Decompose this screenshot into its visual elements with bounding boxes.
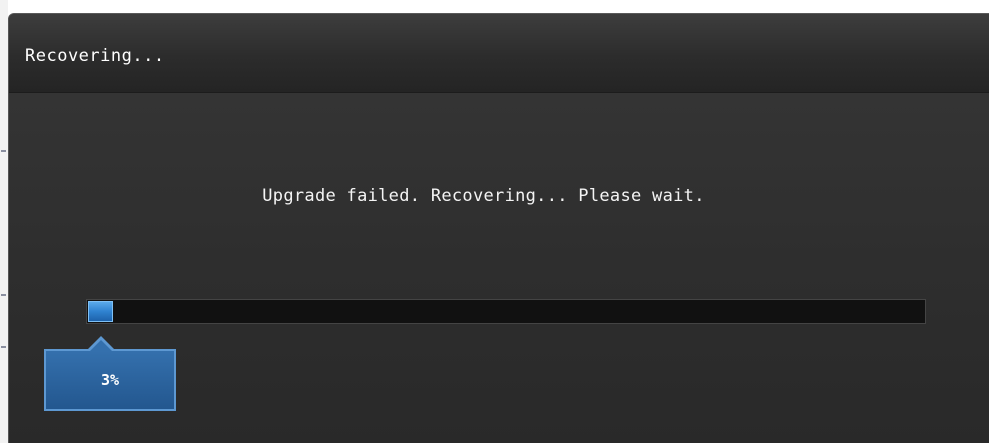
status-message: Upgrade failed. Recovering... Please wai… xyxy=(262,186,705,206)
background-mark xyxy=(1,346,6,348)
dialog-title: Recovering... xyxy=(25,46,165,66)
dialog-titlebar: Recovering... xyxy=(9,14,989,93)
progress-tooltip-pointer-fill xyxy=(89,340,113,352)
background-mark xyxy=(1,294,6,296)
progress-tooltip: 3% xyxy=(44,349,176,411)
progress-bar xyxy=(86,299,926,324)
background-strip xyxy=(0,0,8,443)
recovery-dialog: Recovering... Upgrade failed. Recovering… xyxy=(8,13,989,443)
background-mark xyxy=(1,150,6,152)
progress-percent-label: 3% xyxy=(100,371,120,389)
progress-bar-fill xyxy=(88,301,113,322)
